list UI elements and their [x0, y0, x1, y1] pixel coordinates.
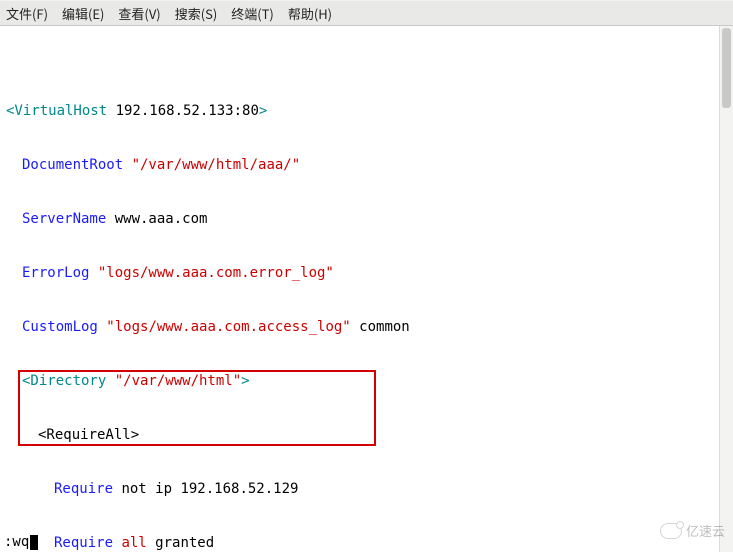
menu-edit[interactable]: 编辑(E)	[62, 4, 104, 23]
menu-bar: 文件(F) 编辑(E) 查看(V) 搜索(S) 终端(T) 帮助(H)	[0, 0, 733, 26]
code-line: <RequireAll>	[6, 426, 727, 444]
directive-kw: CustomLog	[22, 319, 106, 335]
directive-val: "/var/www/html"	[115, 373, 241, 389]
menu-help[interactable]: 帮助(H)	[288, 4, 332, 23]
editor-area[interactable]: <VirtualHost 192.168.52.133:80> Document…	[0, 26, 733, 552]
watermark-text: 亿速云	[686, 521, 725, 540]
ip-address: 192.168.52.129	[180, 481, 298, 497]
tag-bracket: >	[259, 103, 267, 119]
log-format: common	[351, 319, 410, 335]
menu-search[interactable]: 搜索(S)	[175, 4, 218, 23]
vhost-address: 192.168.52.133:80	[116, 103, 259, 119]
directive-val: all	[121, 535, 146, 551]
directive-kw: Require	[54, 481, 113, 497]
code-line: Require all granted	[6, 534, 727, 552]
directive-kw: ServerName	[22, 211, 115, 227]
scrollbar-thumb[interactable]	[722, 28, 731, 108]
menu-terminal[interactable]: 终端(T)	[231, 4, 274, 23]
code-line: CustomLog "logs/www.aaa.com.access_log" …	[6, 318, 727, 336]
code-line: <VirtualHost 192.168.52.133:80>	[6, 102, 727, 120]
code-line: <Directory "/var/www/html">	[6, 372, 727, 390]
directive-mod: not ip	[113, 481, 180, 497]
vim-command-line[interactable]: :wq	[0, 532, 38, 552]
directive-kw: ErrorLog	[22, 265, 98, 281]
directive-val: "logs/www.aaa.com.access_log"	[106, 319, 350, 335]
cursor-icon	[30, 535, 38, 550]
code-line: ServerName www.aaa.com	[6, 210, 727, 228]
tag-requireall: <RequireAll>	[38, 427, 139, 443]
menu-view[interactable]: 查看(V)	[118, 4, 160, 23]
code-line: DocumentRoot "/var/www/html/aaa/"	[6, 156, 727, 174]
directive-kw: DocumentRoot	[22, 157, 132, 173]
watermark: 亿速云	[660, 521, 725, 540]
directive-mod: granted	[147, 535, 214, 551]
directive-kw: Require	[54, 535, 121, 551]
menu-file[interactable]: 文件(F)	[6, 4, 48, 23]
command-text: :wq	[4, 534, 29, 550]
scrollbar-vertical[interactable]	[719, 26, 733, 552]
directive-val: "logs/www.aaa.com.error_log"	[98, 265, 334, 281]
code-line: ErrorLog "logs/www.aaa.com.error_log"	[6, 264, 727, 282]
tag-open: <VirtualHost	[6, 103, 116, 119]
directive-val: "/var/www/html/aaa/"	[132, 157, 301, 173]
cloud-icon	[660, 523, 682, 539]
directive-val: www.aaa.com	[115, 211, 208, 227]
tag-open: <Directory	[22, 373, 115, 389]
tag-bracket: >	[241, 373, 249, 389]
code-line: Require not ip 192.168.52.129	[6, 480, 727, 498]
